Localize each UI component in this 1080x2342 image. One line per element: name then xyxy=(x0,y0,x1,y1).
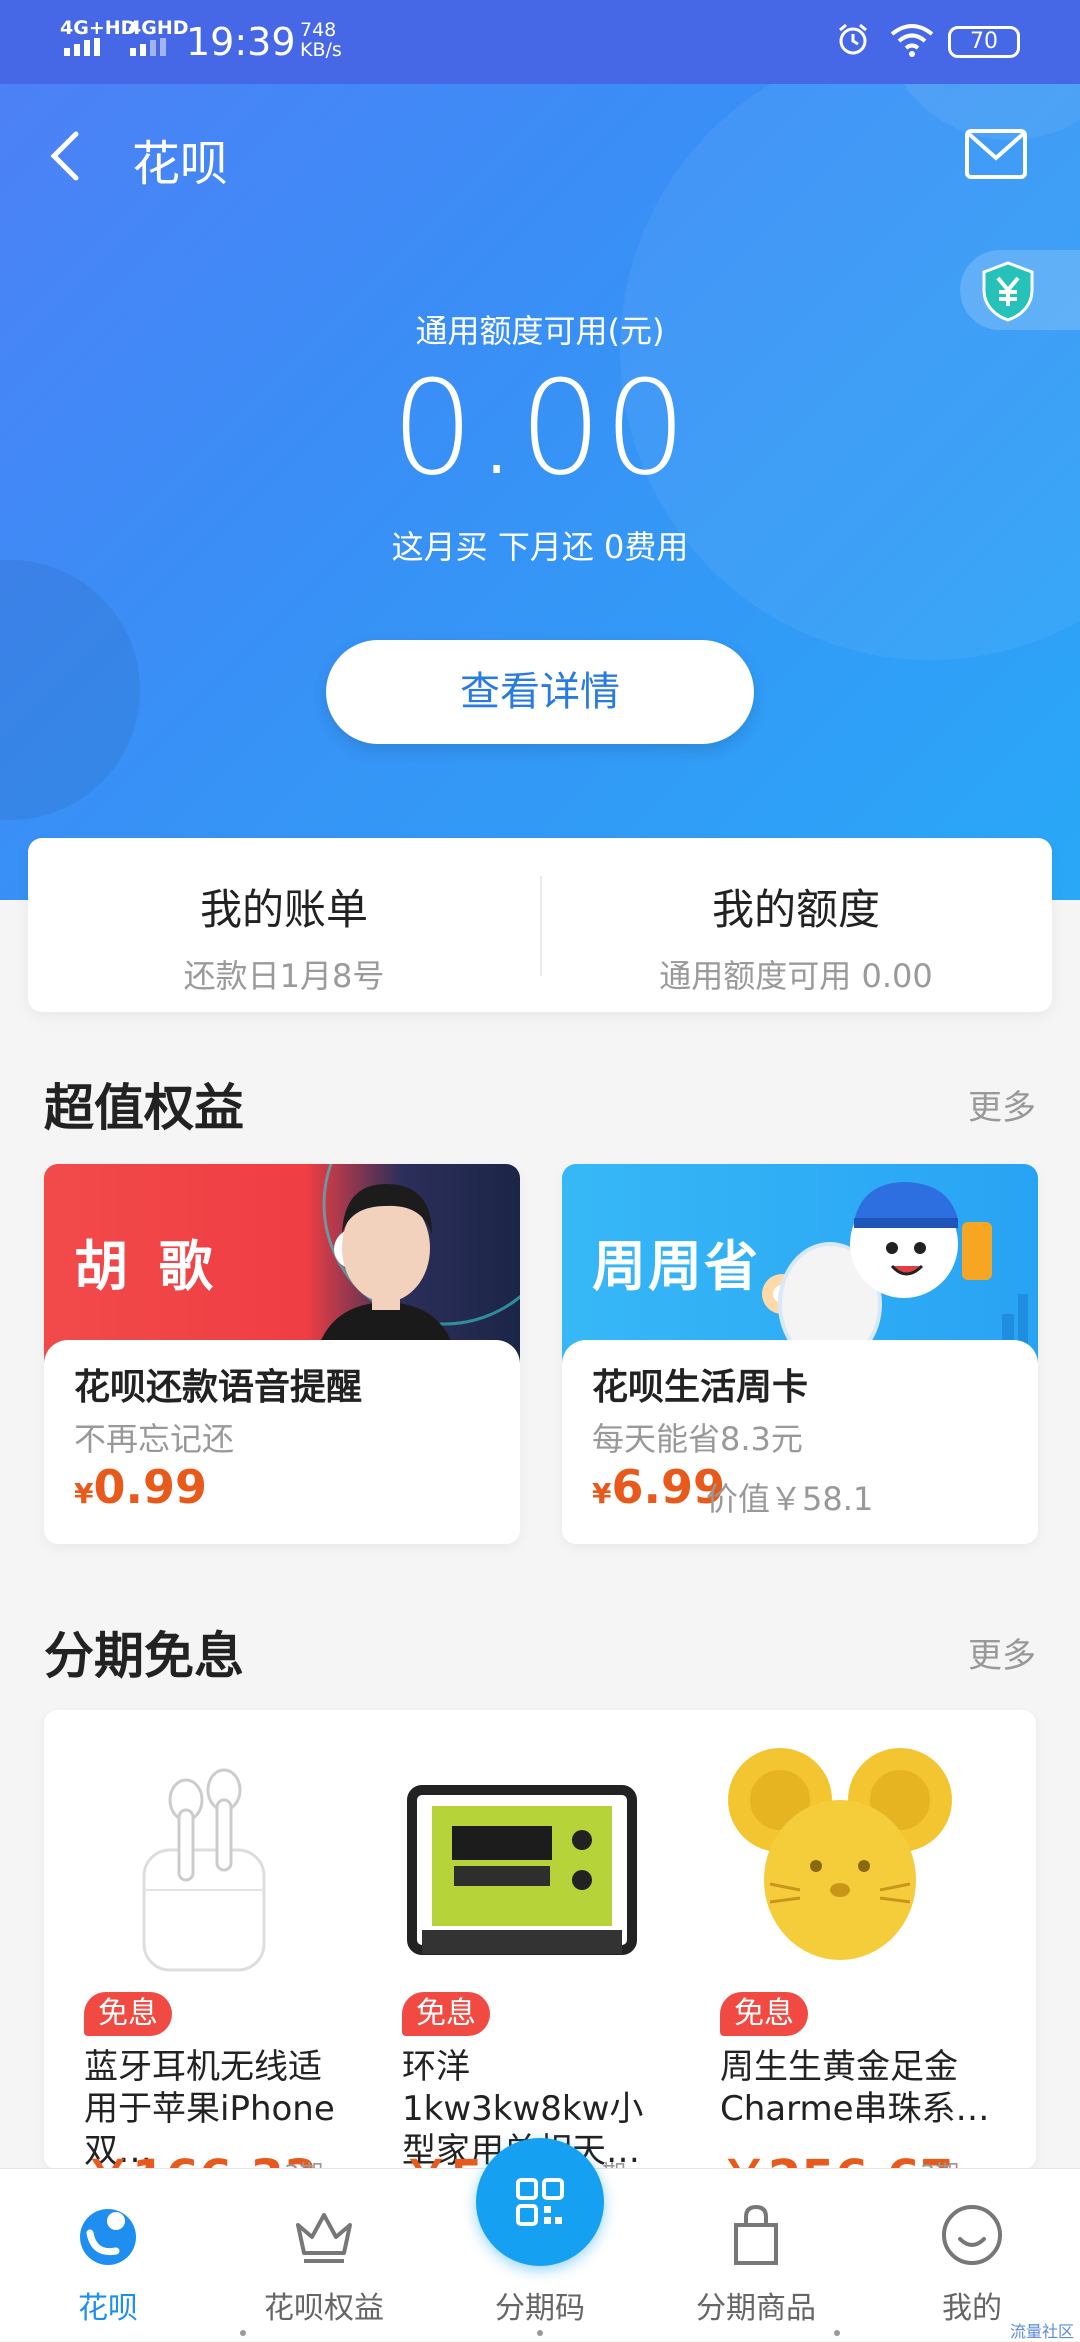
tab-label: 花呗权益 xyxy=(264,2291,384,2326)
crown-icon xyxy=(296,2213,352,2263)
perk-banner-text: 周周省 xyxy=(592,1235,760,1298)
signal-icon xyxy=(130,38,166,56)
alarm-icon xyxy=(839,23,867,55)
perk-body: 花呗生活周卡 每天能省8.3元 ¥6.99 价值￥58.1 xyxy=(562,1340,1038,1544)
perk-banner: 胡 歌 xyxy=(44,1164,520,1364)
perks-more-link[interactable]: 更多 xyxy=(968,1080,1036,1129)
smile-icon xyxy=(942,2205,1002,2265)
tab-huabei[interactable]: 花呗 xyxy=(18,2169,198,2341)
perk-price: ¥0.99 xyxy=(74,1460,207,1514)
signal-icon xyxy=(64,38,100,56)
my-bill-title: 我的账单 xyxy=(199,885,368,934)
gold-mouse-image xyxy=(728,1748,952,1960)
currency-symbol: ¥ xyxy=(74,1477,94,1510)
product-item[interactable]: 免息 周生生黄金足金Charme串珠系… ￥256.67 3期 xyxy=(680,1710,998,2170)
product-price: ￥256.67 xyxy=(720,2138,953,2170)
speed-value: 748 xyxy=(300,19,337,41)
huabei-icon xyxy=(80,2209,136,2265)
network-speed: 748 KB/s xyxy=(300,20,342,60)
installment-more-link[interactable]: 更多 xyxy=(968,1628,1036,1677)
perk-description: 不再忘记还 xyxy=(74,1420,235,1458)
product-price: ￥166.33 xyxy=(84,2138,317,2170)
my-quota-title: 我的额度 xyxy=(711,885,880,934)
tab-label: 分期商品 xyxy=(696,2291,816,2326)
installment-code-button[interactable] xyxy=(476,2138,604,2266)
clock: 19:39 xyxy=(186,20,296,64)
system-nav-indicator xyxy=(0,2328,1080,2340)
tab-label: 分期码 xyxy=(495,2291,585,2326)
mail-icon[interactable] xyxy=(964,128,1028,180)
available-credit-amount: 0.00 xyxy=(391,352,689,504)
tab-huabei-perks[interactable]: 花呗权益 xyxy=(234,2169,414,2341)
status-bar: 4G+HD 4GHD 19:39 748 KB/s 70 xyxy=(0,0,1080,84)
my-bill-entry[interactable]: 我的账单 还款日1月8号 xyxy=(28,838,540,1012)
interest-free-badge: 免息 xyxy=(402,1992,490,2036)
perk-banner-text: 胡 歌 xyxy=(74,1235,219,1298)
perk-title: 花呗还款语音提醒 xyxy=(74,1367,363,1408)
installment-section-title: 分期免息 xyxy=(44,1627,244,1685)
perk-original-value: 价值￥58.1 xyxy=(706,1480,874,1518)
price-value: 0.99 xyxy=(93,1460,207,1514)
earbuds-image xyxy=(142,1768,266,1972)
qr-code-icon xyxy=(516,2178,564,2226)
wifi-icon xyxy=(890,24,934,57)
watermark: 流量社区 xyxy=(1009,2322,1074,2341)
view-details-button[interactable]: 查看详情 xyxy=(326,640,754,744)
quota-available: 通用额度可用 0.00 xyxy=(659,957,933,995)
hero-slogan: 这月买 下月还 0费用 xyxy=(391,528,689,566)
perk-description: 每天能省8.3元 xyxy=(592,1420,803,1458)
perk-body: 花呗还款语音提醒 不再忘记还 ¥0.99 xyxy=(44,1340,520,1544)
perk-banner: 周周省 xyxy=(562,1164,1038,1364)
speed-unit: KB/s xyxy=(300,39,342,61)
hero-decoration xyxy=(0,560,140,820)
perk-card-weekly-pass[interactable]: 周周省 花呗生活周卡 每天能省8.3元 ¥6.99 价值￥58.1 xyxy=(562,1164,1038,1544)
back-arrow-icon[interactable] xyxy=(44,126,84,186)
product-item[interactable]: 免息 环洋1kw3kw8kw小型家用单相天… ￥5… 期 xyxy=(362,1710,680,2170)
tab-installment-goods[interactable]: 分期商品 xyxy=(666,2169,846,2341)
product-name: 周生生黄金足金Charme串珠系… xyxy=(720,2047,990,2129)
perk-card-voice-reminder[interactable]: 胡 歌 花呗还款语音提醒 不再忘记还 ¥0.99 xyxy=(44,1164,520,1544)
repayment-date: 还款日1月8号 xyxy=(183,957,385,995)
tab-mine[interactable]: 我的 xyxy=(882,2169,1062,2341)
product-item[interactable]: 免息 蓝牙耳机无线适用于苹果iPhone双… ￥166.33 3期 xyxy=(44,1710,362,2170)
network-label-1: 4G+HD xyxy=(60,17,137,39)
interest-free-badge: 免息 xyxy=(84,1992,172,2036)
installment-goods-card: 免息 蓝牙耳机无线适用于苹果iPhone双… ￥166.33 3期 免息 环洋1… xyxy=(44,1710,1036,2170)
hero-section: 4G+HD 4GHD 19:39 748 KB/s 70 花呗 通用额度可用(元… xyxy=(0,0,1080,900)
perks-section-title: 超值权益 xyxy=(44,1079,244,1137)
perk-title: 花呗生活周卡 xyxy=(592,1367,809,1408)
battery-indicator: 70 xyxy=(948,26,1020,58)
currency-symbol: ¥ xyxy=(592,1477,612,1510)
network-label-2: 4GHD xyxy=(128,17,189,39)
summary-card: 我的账单 还款日1月8号 我的额度 通用额度可用 0.00 xyxy=(28,838,1052,1012)
tab-label: 花呗 xyxy=(78,2291,138,2326)
page-title: 花呗 xyxy=(132,136,229,192)
generator-image xyxy=(407,1785,637,1955)
my-quota-entry[interactable]: 我的额度 通用额度可用 0.00 xyxy=(540,838,1052,1012)
shopping-bag-icon xyxy=(734,2204,778,2265)
available-credit-label: 通用额度可用(元) xyxy=(415,312,665,350)
interest-free-badge: 免息 xyxy=(720,1992,808,2036)
